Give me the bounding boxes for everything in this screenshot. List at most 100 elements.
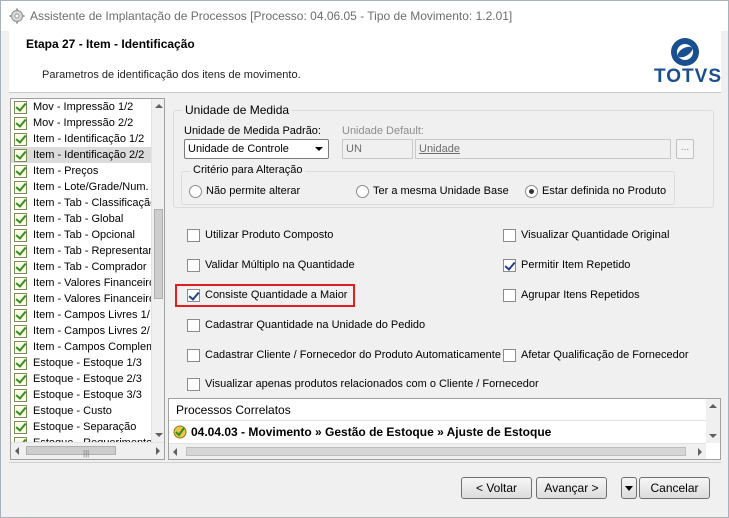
- steps-horizontal-scrollbar[interactable]: |||: [11, 442, 164, 459]
- cancel-button[interactable]: Cancelar: [639, 477, 710, 499]
- green-check-icon: [14, 292, 27, 306]
- step-list-item[interactable]: Mov - Impressão 1/2: [11, 99, 151, 115]
- radio-mesma-unidade-label[interactable]: Ter a mesma Unidade Base: [373, 185, 509, 197]
- checkbox-visualizar-produtos-relacionados[interactable]: [187, 378, 200, 391]
- checkbox-agrupar-itens-repetidos[interactable]: [503, 289, 516, 302]
- checkbox-cadastrar-qtd-unidade-pedido[interactable]: [187, 319, 200, 332]
- unidade-default-code-field: UN: [342, 139, 413, 159]
- logo-text: TOTVS: [654, 66, 722, 87]
- green-check-icon: [14, 276, 27, 290]
- step-list-item-label: Item - Tab - Classificação: [33, 197, 151, 209]
- step-list-item-label: Item - Lote/Grade/Num.: [33, 181, 149, 193]
- checkbox-visualizar-qtd-original[interactable]: [503, 229, 516, 242]
- scroll-right-icon[interactable]: [156, 447, 160, 455]
- step-list-item-label: Item - Tab - Global: [33, 213, 124, 225]
- step-list-item-label: Estoque - Separação: [33, 421, 137, 433]
- step-list-item[interactable]: Item - Tab - Representante: [11, 243, 151, 259]
- cadastrar-cliente-fornecedor-label[interactable]: Cadastrar Cliente / Fornecedor do Produt…: [205, 349, 501, 361]
- green-check-icon: [14, 132, 27, 146]
- steps-vertical-scrollbar[interactable]: [151, 99, 164, 442]
- radio-definida-produto[interactable]: [525, 185, 538, 198]
- checkbox-utilizar-produto-composto[interactable]: [187, 229, 200, 242]
- step-list-item[interactable]: Estoque - Estoque 1/3: [11, 355, 151, 371]
- agrupar-itens-repetidos-label[interactable]: Agrupar Itens Repetidos: [521, 289, 640, 301]
- unidade-padrao-select[interactable]: Unidade de Controle: [184, 139, 329, 159]
- back-button[interactable]: < Voltar: [461, 477, 532, 499]
- window-title: Assistente de Implantação de Processos […: [30, 9, 513, 23]
- scroll-thumb[interactable]: [186, 447, 686, 456]
- step-list-item-label: Item - Tab - Opcional: [33, 229, 135, 241]
- step-list-item[interactable]: Item - Identificação 1/2: [11, 131, 151, 147]
- step-list-item[interactable]: Item - Campos Complem: [11, 339, 151, 355]
- scroll-right-icon[interactable]: [698, 448, 702, 456]
- step-list-item[interactable]: Item - Campos Livres 1/: [11, 307, 151, 323]
- related-horizontal-scrollbar[interactable]: [169, 443, 706, 459]
- steps-list[interactable]: Mov - Impressão 1/2 Mov - Impressão 2/2 It…: [11, 99, 151, 442]
- step-list-item[interactable]: Estoque - Custo: [11, 403, 151, 419]
- step-list-item[interactable]: Item - Identificação 2/2: [11, 147, 151, 163]
- cadastrar-qtd-unidade-pedido-label[interactable]: Cadastrar Quantidade na Unidade do Pedid…: [205, 319, 425, 331]
- steps-list-panel[interactable]: Mov - Impressão 1/2 Mov - Impressão 2/2 It…: [10, 98, 165, 460]
- unidade-default-code: UN: [346, 143, 362, 155]
- step-list-item[interactable]: Item - Preços: [11, 163, 151, 179]
- scroll-thumb[interactable]: |||: [26, 446, 116, 458]
- step-list-item[interactable]: Item - Campos Livres 2/: [11, 323, 151, 339]
- scroll-up-icon[interactable]: [709, 404, 717, 408]
- scroll-left-icon[interactable]: [15, 447, 19, 455]
- radio-mesma-unidade[interactable]: [356, 185, 369, 198]
- radio-nao-permite-label[interactable]: Não permite alterar: [206, 185, 300, 197]
- unidade-lookup-button[interactable]: ...: [676, 139, 694, 159]
- step-list-item[interactable]: Estoque - Requerimento: [11, 435, 151, 442]
- related-process-item[interactable]: 04.04.03 - Movimento » Gestão de Estoque…: [173, 423, 551, 441]
- scroll-left-icon[interactable]: [173, 448, 177, 456]
- green-check-icon: [14, 356, 27, 370]
- consiste-qtd-maior-label[interactable]: Consiste Quantidade a Maior: [205, 289, 347, 301]
- checkbox-afetar-qualificacao-fornecedor[interactable]: [503, 349, 516, 362]
- utilizar-produto-composto-label[interactable]: Utilizar Produto Composto: [205, 229, 333, 241]
- radio-nao-permite[interactable]: [189, 185, 202, 198]
- step-list-item[interactable]: Item - Tab - Opcional: [11, 227, 151, 243]
- permitir-item-repetido-label[interactable]: Permitir Item Repetido: [521, 259, 630, 271]
- step-list-item[interactable]: Item - Valores Financeiros: [11, 275, 151, 291]
- visualizar-qtd-original-label[interactable]: Visualizar Quantidade Original: [521, 229, 669, 241]
- green-check-icon: [14, 260, 27, 274]
- related-process-label[interactable]: 04.04.03 - Movimento » Gestão de Estoque…: [191, 425, 551, 439]
- green-check-icon: [14, 116, 27, 130]
- checkbox-validar-multiplo[interactable]: [187, 259, 200, 272]
- checkbox-cadastrar-cliente-fornecedor[interactable]: [187, 349, 200, 362]
- green-check-icon: [14, 148, 27, 162]
- scroll-down-icon[interactable]: [709, 434, 717, 438]
- afetar-qualificacao-fornecedor-label[interactable]: Afetar Qualificação de Fornecedor: [521, 349, 689, 361]
- green-check-icon: [14, 340, 27, 354]
- gear-icon: [9, 8, 25, 24]
- scroll-thumb[interactable]: [154, 209, 163, 299]
- green-check-icon: [14, 100, 27, 114]
- step-list-item[interactable]: Mov - Impressão 2/2: [11, 115, 151, 131]
- scroll-down-icon[interactable]: [155, 433, 163, 437]
- step-list-item-label: Item - Tab - Comprador: [33, 261, 147, 273]
- green-check-icon: [14, 372, 27, 386]
- step-list-item[interactable]: Item - Valores Financeiros: [11, 291, 151, 307]
- visualizar-produtos-relacionados-label[interactable]: Visualizar apenas produtos relacionados …: [205, 378, 539, 390]
- green-check-icon: [14, 404, 27, 418]
- step-header: Etapa 27 - Item - Identificação Parametr…: [9, 31, 721, 93]
- step-list-item[interactable]: Item - Tab - Comprador: [11, 259, 151, 275]
- options-menu-button[interactable]: [621, 477, 637, 499]
- checkbox-permitir-item-repetido[interactable]: [503, 259, 516, 272]
- scroll-up-icon[interactable]: [155, 104, 163, 108]
- step-list-item[interactable]: Estoque - Separação: [11, 419, 151, 435]
- unidade-padrao-value: Unidade de Controle: [188, 143, 289, 155]
- step-list-item[interactable]: Item - Tab - Classificação: [11, 195, 151, 211]
- step-list-item[interactable]: Item - Tab - Global: [11, 211, 151, 227]
- checkbox-consiste-qtd-maior[interactable]: [187, 289, 200, 302]
- step-list-item-label: Mov - Impressão 2/2: [33, 117, 134, 129]
- radio-definida-produto-label[interactable]: Estar definida no Produto: [542, 185, 666, 197]
- related-vertical-scrollbar[interactable]: [706, 399, 720, 443]
- step-list-item[interactable]: Item - Lote/Grade/Num.: [11, 179, 151, 195]
- step-list-item[interactable]: Estoque - Estoque 2/3: [11, 371, 151, 387]
- grip-icon: |||: [83, 449, 90, 458]
- validar-multiplo-label[interactable]: Validar Múltiplo na Quantidade: [205, 259, 355, 271]
- process-link-icon: [173, 425, 187, 439]
- next-button[interactable]: Avançar >: [536, 477, 607, 499]
- step-list-item[interactable]: Estoque - Estoque 3/3: [11, 387, 151, 403]
